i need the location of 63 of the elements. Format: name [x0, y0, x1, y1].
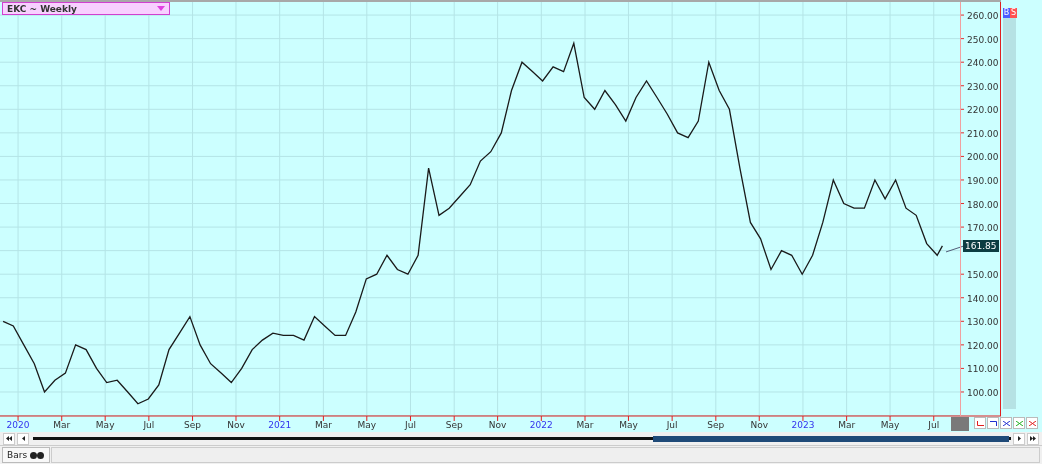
axis-label: May	[95, 420, 115, 430]
axis-label: Nov	[750, 420, 769, 430]
axis-label: 190.00	[967, 175, 999, 186]
trade-button[interactable]: B	[1003, 8, 1010, 18]
right-icon	[1017, 436, 1021, 441]
axis-label: 230.00	[967, 81, 999, 92]
leader-line	[945, 245, 965, 253]
two-dots-icon	[30, 451, 46, 459]
axis-label: Mar	[838, 420, 856, 430]
close-icon	[1028, 420, 1036, 426]
scroll-last-button[interactable]	[1027, 432, 1039, 445]
axis-label: Mar	[314, 420, 332, 430]
axis-label: Jul	[666, 420, 678, 430]
tool-button[interactable]	[1000, 417, 1012, 429]
axis-label: Mar	[576, 420, 594, 430]
scroll-right-button[interactable]	[1013, 432, 1025, 445]
axis-label: Jul	[928, 420, 940, 430]
axis-label: Jul	[405, 420, 416, 430]
scrollbar-thumb[interactable]	[653, 435, 1009, 442]
axis-label: 2023	[791, 420, 815, 430]
axis-label: 100.00	[967, 387, 999, 398]
axis-label: May	[619, 420, 638, 430]
axis-label: 180.00	[967, 199, 999, 210]
axis-label: 200.00	[967, 152, 999, 163]
scroll-first-button[interactable]	[3, 432, 15, 445]
axis-label: Nov	[488, 420, 507, 430]
axis-label: 170.00	[967, 223, 999, 234]
scroll-left-button[interactable]	[17, 432, 29, 445]
axis-label: 220.00	[967, 105, 999, 116]
axis-label: 260.00	[967, 11, 999, 22]
axis-label: 2020	[6, 420, 30, 430]
axis-label: 210.00	[967, 128, 999, 139]
axis-label: Sep	[445, 420, 463, 430]
axis-label: Mar	[53, 420, 71, 430]
axis-label: 140.00	[967, 293, 999, 304]
tool-button[interactable]	[987, 417, 999, 429]
axis-label: 240.00	[967, 58, 999, 69]
axis-label: 120.00	[967, 340, 999, 351]
axis-label: 130.00	[967, 317, 999, 328]
axis-label: Sep	[707, 420, 725, 430]
axis-label: Jul	[143, 420, 155, 430]
close-button[interactable]	[1026, 417, 1038, 429]
axis-label: 150.00	[967, 270, 999, 281]
axis-label: May	[357, 420, 377, 430]
tool-button[interactable]	[974, 417, 986, 429]
axis-label: 2022	[529, 420, 553, 430]
dropdown-caret-icon	[157, 6, 165, 11]
axis-label: Sep	[184, 420, 202, 430]
scrollbar-track[interactable]	[33, 435, 1011, 442]
cross-icon	[1002, 420, 1010, 426]
axis-label: 110.00	[967, 364, 999, 375]
axis-label: 2021	[268, 420, 292, 430]
side-scroll-track[interactable]	[1003, 18, 1016, 409]
axis-label: Nov	[227, 420, 245, 430]
double-left-icon	[6, 436, 12, 441]
double-right-icon	[1030, 436, 1036, 441]
symbol-dropdown[interactable]: EKC ~ Weekly	[2, 2, 170, 15]
axis-label: 250.00	[967, 34, 999, 45]
left-icon	[21, 436, 25, 441]
cross-icon	[1015, 420, 1023, 426]
corner-block	[951, 417, 969, 431]
axis-label: May	[880, 420, 900, 430]
chart-tab[interactable]: Bars	[2, 447, 51, 463]
